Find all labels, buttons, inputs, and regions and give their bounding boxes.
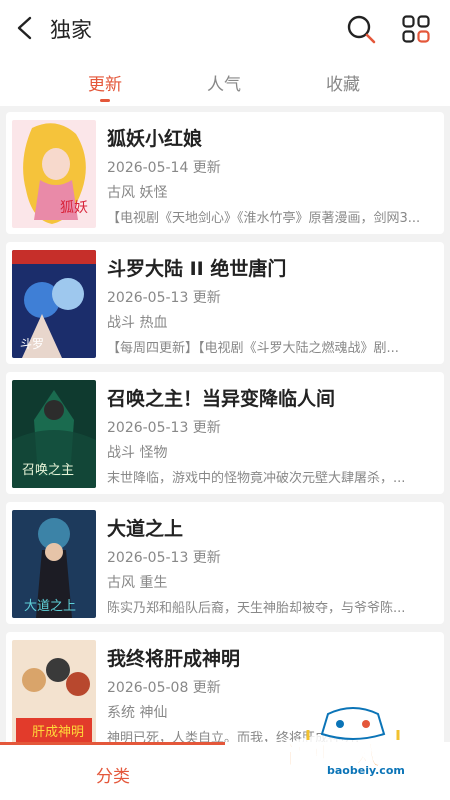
tab-favorites[interactable]: 收藏	[326, 70, 360, 95]
tab-popular[interactable]: 人气	[207, 70, 241, 95]
comic-cover: 大道之上	[12, 510, 96, 618]
comic-title: 召唤之主！当异变降临人间	[107, 388, 336, 410]
svg-text:斗罗: 斗罗	[20, 337, 44, 351]
comic-description: 陈实乃郑和船队后裔，天生神胎却被夺，与爷爷陈...	[107, 601, 406, 616]
comic-title: 大道之上	[107, 518, 184, 540]
update-date: 2026-05-13 更新	[107, 420, 221, 436]
comic-tags: 古风 妖怪	[107, 185, 168, 201]
svg-text:大道之上: 大道之上	[24, 599, 76, 614]
comic-card[interactable]: 斗罗 斗罗大陆 II 绝世唐门 2026-05-13 更新 战斗 热血 【每周四…	[6, 242, 444, 364]
comic-description: 末世降临，游戏中的怪物竟冲破次元壁大肆屠杀，...	[107, 471, 406, 486]
bottom-tab-indicator	[0, 742, 225, 745]
comic-cover: 肝成神明	[12, 640, 96, 748]
comic-tags: 战斗 热血	[107, 315, 168, 331]
svg-text:肝成神明: 肝成神明	[32, 725, 84, 740]
search-icon[interactable]	[346, 14, 376, 44]
comic-tags: 战斗 怪物	[107, 445, 168, 461]
comic-cover: 狐妖	[12, 120, 96, 228]
top-bar: 独家	[0, 0, 450, 56]
comic-tags: 系统 神仙	[107, 705, 168, 721]
update-date: 2026-05-08 更新	[107, 680, 221, 696]
comic-card[interactable]: 大道之上 大道之上 2026-05-13 更新 古风 重生 陈实乃郑和船队后裔，…	[6, 502, 444, 624]
comic-description: 【每周四更新】【电视剧《斗罗大陆之燃魂战》剧...	[107, 341, 399, 356]
tab-category[interactable]: 分类	[96, 762, 130, 787]
comic-description: 【电视剧《天地剑心》《淮水竹亭》原著漫画，剑网3...	[107, 211, 421, 226]
tab-bar: 更新 人气 收藏	[0, 56, 450, 106]
active-tab-indicator	[100, 99, 110, 102]
comic-tags: 古风 重生	[107, 575, 168, 591]
update-date: 2026-05-14 更新	[107, 160, 221, 176]
update-date: 2026-05-13 更新	[107, 290, 221, 306]
comic-cover: 斗罗	[12, 250, 96, 358]
comic-title: 斗罗大陆 II 绝世唐门	[107, 258, 287, 280]
comic-title: 我终将肝成神明	[107, 648, 241, 670]
comic-card[interactable]: 狐妖 狐妖小红娘 2026-05-14 更新 古风 妖怪 【电视剧《天地剑心》《…	[6, 112, 444, 234]
grid-menu-icon[interactable]	[402, 15, 430, 43]
back-arrow-icon[interactable]	[14, 16, 36, 40]
page-title: 独家	[50, 18, 92, 42]
tab-update[interactable]: 更新	[88, 70, 122, 95]
comic-cover: 召唤之主	[12, 380, 96, 488]
watermark-url: baobeiy.com	[327, 764, 405, 777]
comic-title: 狐妖小红娘	[107, 128, 203, 150]
svg-text:狐妖: 狐妖	[60, 200, 88, 216]
comic-card[interactable]: 召唤之主 召唤之主！当异变降临人间 2026-05-13 更新 战斗 怪物 末世…	[6, 372, 444, 494]
update-date: 2026-05-13 更新	[107, 550, 221, 566]
svg-text:召唤之主: 召唤之主	[22, 463, 74, 478]
